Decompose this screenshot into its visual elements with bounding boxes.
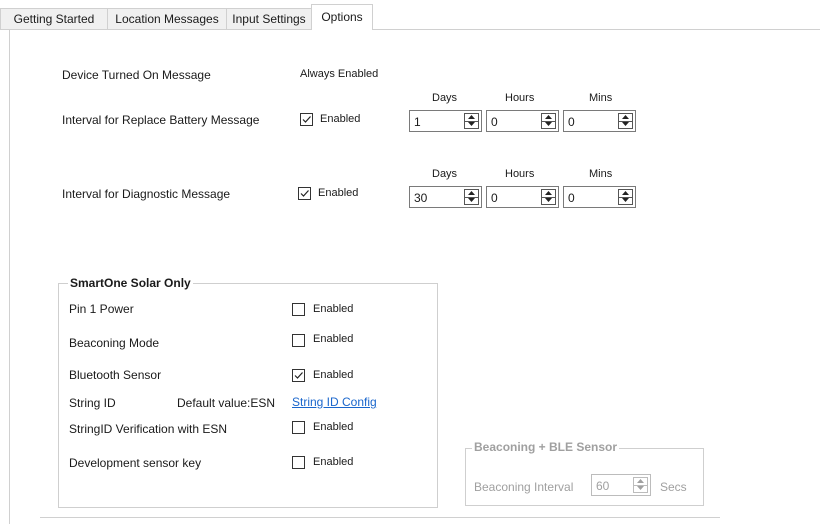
tab-options[interactable]: Options — [311, 4, 373, 30]
pin1-label: Pin 1 Power — [69, 302, 134, 316]
dev-key-enabled-checkbox[interactable] — [292, 456, 305, 469]
bluetooth-label: Bluetooth Sensor — [69, 368, 162, 382]
tab-strip: Getting Started Location Messages Input … — [0, 0, 820, 30]
bluetooth-enabled-checkbox[interactable] — [292, 369, 305, 382]
battery-hours-header: Hours — [505, 92, 535, 104]
verification-enabled-label: Enabled — [313, 421, 354, 433]
tab-input-settings[interactable]: Input Settings — [226, 8, 312, 29]
spinner-value: 1 — [414, 115, 421, 129]
checkmark-icon — [300, 190, 309, 197]
bluetooth-enabled-label: Enabled — [313, 369, 354, 381]
spinner-value: 0 — [568, 191, 575, 205]
spinner-buttons[interactable] — [464, 189, 479, 205]
string-id-config-link[interactable]: String ID Config — [292, 395, 377, 409]
battery-label: Interval for Replace Battery Message — [62, 113, 260, 127]
string-id-label: String ID — [69, 396, 116, 410]
battery-enabled-checkbox[interactable] — [300, 113, 313, 126]
verification-label: StringID Verification with ESN — [69, 422, 228, 436]
diagnostic-mins-spinner[interactable]: 0 — [563, 186, 636, 208]
arrow-down-icon[interactable] — [634, 485, 647, 492]
checkmark-icon — [302, 116, 311, 123]
beaconing-enabled-label: Enabled — [313, 333, 354, 345]
arrow-down-icon[interactable] — [465, 121, 478, 128]
diagnostic-days-header: Days — [432, 168, 458, 180]
string-id-default: Default value:ESN — [177, 396, 276, 410]
ble-group-title: Beaconing + BLE Sensor — [472, 440, 620, 454]
spinner-value: 0 — [491, 191, 498, 205]
spinner-value: 60 — [596, 479, 610, 493]
diagnostic-enabled-label: Enabled — [318, 187, 359, 199]
spinner-buttons[interactable] — [633, 477, 648, 493]
spinner-value: 0 — [568, 115, 575, 129]
interval-unit-label: Secs — [660, 480, 687, 494]
diagnostic-mins-header: Mins — [589, 168, 613, 180]
beaconing-interval-label: Beaconing Interval — [474, 480, 574, 494]
diagnostic-days-spinner[interactable]: 30 — [409, 186, 482, 208]
battery-days-spinner[interactable]: 1 — [409, 110, 482, 132]
arrow-down-icon[interactable] — [465, 197, 478, 204]
spinner-value: 30 — [414, 191, 428, 205]
verification-enabled-checkbox[interactable] — [292, 421, 305, 434]
beaconing-enabled-checkbox[interactable] — [292, 334, 305, 347]
tab-location-messages[interactable]: Location Messages — [107, 8, 227, 29]
panel-bottom-border — [40, 517, 720, 518]
beaconing-interval-spinner[interactable]: 60 — [591, 474, 651, 496]
beaconing-label: Beaconing Mode — [69, 336, 160, 350]
arrow-down-icon[interactable] — [619, 121, 632, 128]
arrow-down-icon[interactable] — [619, 197, 632, 204]
spinner-buttons[interactable] — [618, 189, 633, 205]
tab-getting-started[interactable]: Getting Started — [0, 8, 108, 29]
pin1-enabled-label: Enabled — [313, 303, 354, 315]
dev-key-label: Development sensor key — [69, 456, 202, 470]
ble-group — [465, 448, 704, 506]
battery-enabled-label: Enabled — [320, 113, 361, 125]
diagnostic-hours-spinner[interactable]: 0 — [486, 186, 559, 208]
dev-key-enabled-label: Enabled — [313, 456, 354, 468]
spinner-buttons[interactable] — [464, 113, 479, 129]
diagnostic-enabled-checkbox[interactable] — [298, 187, 311, 200]
arrow-down-icon[interactable] — [542, 121, 555, 128]
diagnostic-hours-header: Hours — [505, 168, 535, 180]
device-on-value: Always Enabled — [300, 68, 379, 80]
spinner-buttons[interactable] — [618, 113, 633, 129]
diagnostic-label: Interval for Diagnostic Message — [62, 187, 231, 201]
pin1-enabled-checkbox[interactable] — [292, 303, 305, 316]
arrow-down-icon[interactable] — [542, 197, 555, 204]
solar-group-title: SmartOne Solar Only — [68, 276, 193, 290]
battery-hours-spinner[interactable]: 0 — [486, 110, 559, 132]
device-on-label: Device Turned On Message — [62, 68, 211, 82]
battery-mins-spinner[interactable]: 0 — [563, 110, 636, 132]
spinner-buttons[interactable] — [541, 113, 556, 129]
spinner-value: 0 — [491, 115, 498, 129]
spinner-buttons[interactable] — [541, 189, 556, 205]
battery-days-header: Days — [432, 92, 458, 104]
checkmark-icon — [294, 372, 303, 379]
battery-mins-header: Mins — [589, 92, 613, 104]
